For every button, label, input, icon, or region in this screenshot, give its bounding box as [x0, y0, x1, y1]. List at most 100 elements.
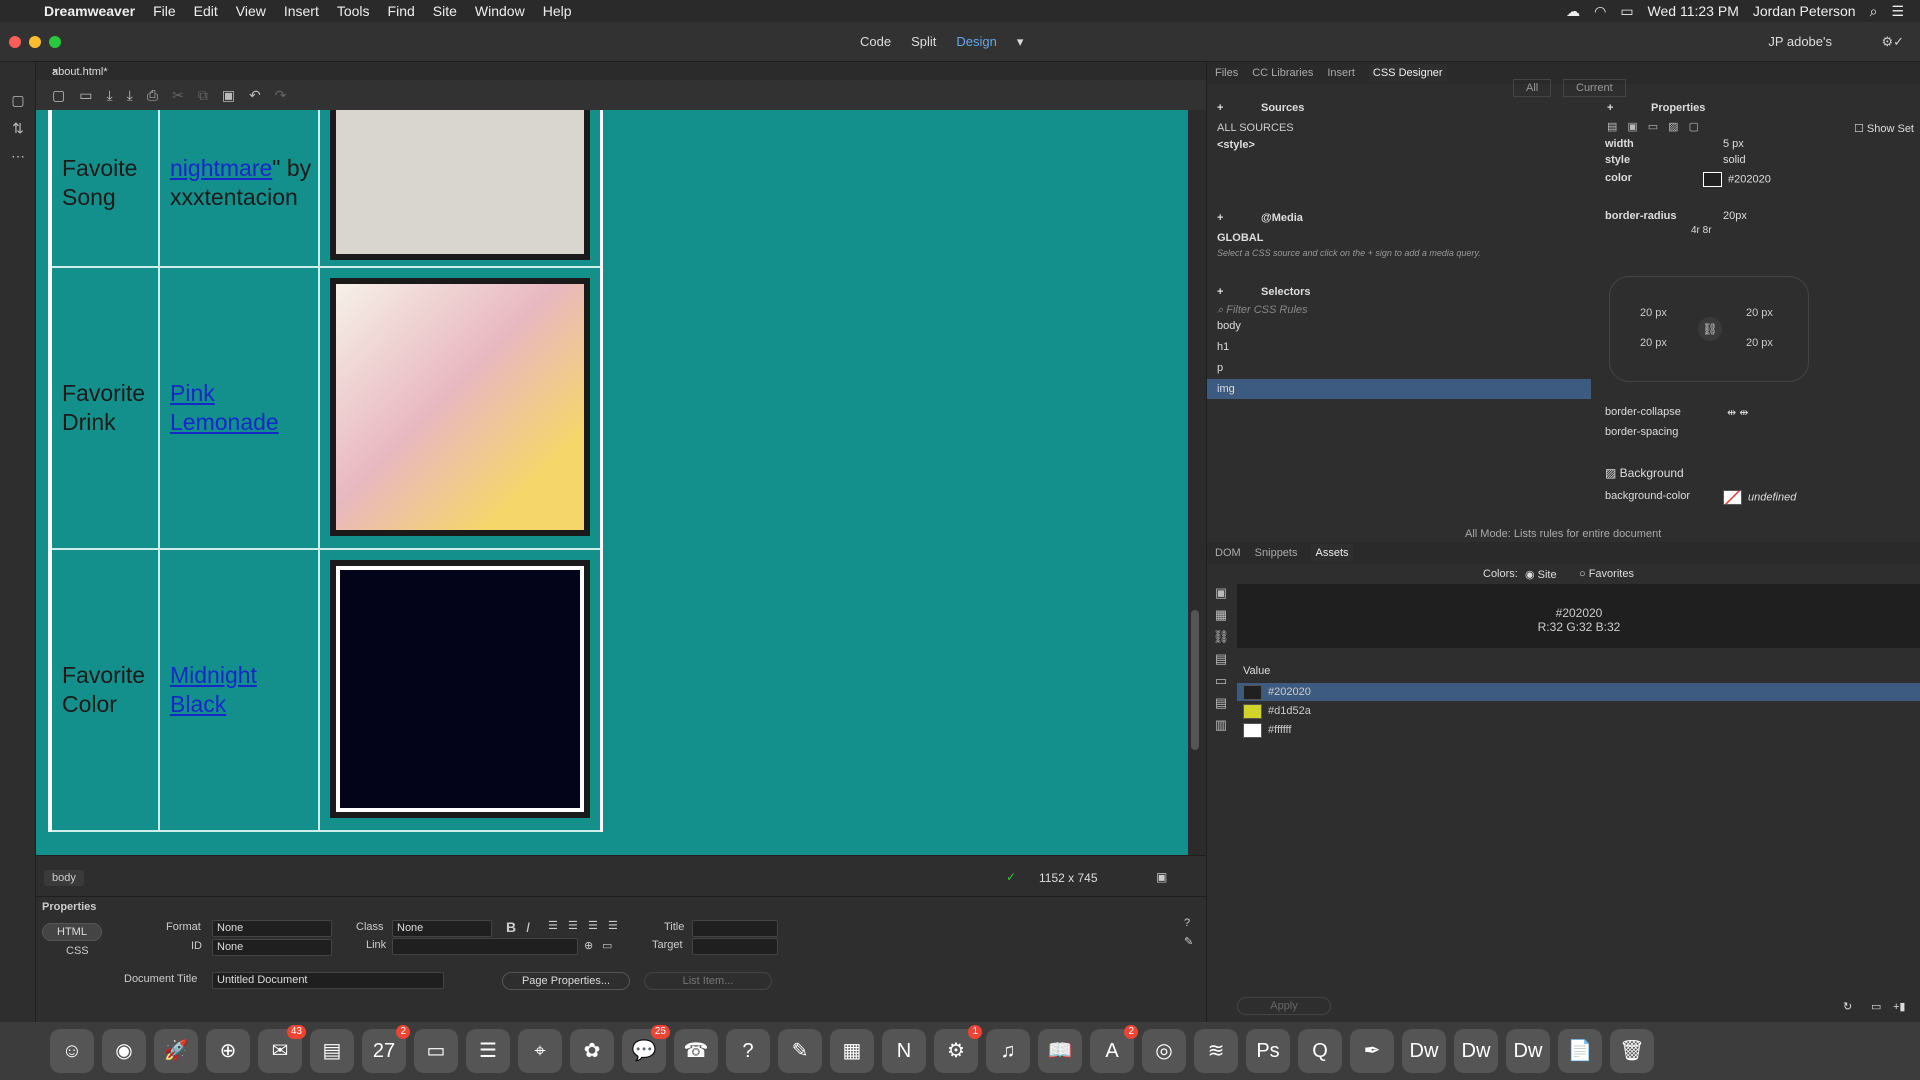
all-sources-item[interactable]: ALL SOURCES: [1217, 122, 1294, 134]
link-radius-icon[interactable]: ⛓: [1698, 317, 1722, 341]
paste-icon[interactable]: ▣: [222, 87, 235, 104]
save-icon[interactable]: ⤓: [106, 87, 112, 104]
open-folder-icon[interactable]: ▭: [79, 87, 92, 104]
safari-icon[interactable]: ⊕: [206, 1029, 250, 1073]
document-title-input[interactable]: Untitled Document: [212, 972, 444, 989]
view-code-button[interactable]: Code: [860, 34, 891, 50]
wifi-icon[interactable]: ◠: [1594, 3, 1606, 20]
tab-cc-libraries[interactable]: CC Libraries: [1252, 67, 1313, 79]
property-category-icons[interactable]: ▤▣▭▨▢: [1607, 120, 1709, 133]
keynote-icon[interactable]: ▦: [830, 1029, 874, 1073]
colors-icon[interactable]: ▦: [1211, 604, 1231, 626]
refresh-icon[interactable]: ↻: [1843, 1000, 1852, 1013]
document-icon[interactable]: 📄: [1558, 1029, 1602, 1073]
italic-button[interactable]: I: [526, 919, 530, 935]
add-media-icon[interactable]: +: [1217, 212, 1223, 224]
design-canvas[interactable]: Favoite Song nightmare" by xxxtentacion …: [36, 110, 1188, 855]
menu-help[interactable]: Help: [543, 3, 572, 19]
music-icon[interactable]: ♫: [986, 1029, 1030, 1073]
site-radio[interactable]: ◉ Site: [1525, 568, 1557, 581]
stickies-icon[interactable]: ▭: [414, 1029, 458, 1073]
canvas-scrollbar[interactable]: [1188, 110, 1206, 855]
images-icon[interactable]: ▣: [1211, 582, 1231, 604]
global-media-item[interactable]: GLOBAL: [1217, 232, 1263, 244]
script-editor-icon[interactable]: ✒: [1350, 1029, 1394, 1073]
links-icon[interactable]: ⛓: [1211, 626, 1231, 648]
unordered-list-icon[interactable]: ☰: [548, 919, 558, 932]
quick-tag-editor-icon[interactable]: ✎: [1184, 935, 1193, 948]
dreamweaver-3-icon[interactable]: Dw: [1506, 1029, 1550, 1073]
pages-icon[interactable]: ✎: [778, 1029, 822, 1073]
prop-color-value[interactable]: #202020: [1703, 172, 1771, 187]
books-icon[interactable]: 📖: [1038, 1029, 1082, 1073]
chevron-down-icon[interactable]: ▾: [1017, 34, 1024, 50]
tag-selector-body[interactable]: body: [44, 870, 84, 886]
maps-icon[interactable]: ⌖: [518, 1029, 562, 1073]
minimize-window-button[interactable]: [29, 36, 41, 48]
tab-dom[interactable]: DOM: [1215, 547, 1241, 559]
new-document-icon[interactable]: ▢: [52, 87, 65, 104]
radius-top-right[interactable]: 20 px: [1746, 307, 1773, 319]
workspace-switcher[interactable]: JP adobe's: [1768, 34, 1832, 49]
user-name[interactable]: Jordan Peterson: [1753, 3, 1856, 19]
templates-icon[interactable]: ▤: [1211, 692, 1231, 714]
file-transfer-icon[interactable]: ⇅: [0, 114, 36, 142]
favorites-radio[interactable]: ○ Favorites: [1579, 568, 1634, 580]
bold-button[interactable]: B: [506, 919, 516, 935]
more-tools-icon[interactable]: ⋯: [0, 142, 36, 170]
edit-asset-icon[interactable]: ▭: [1871, 1000, 1881, 1013]
quicktime-icon[interactable]: Q: [1298, 1029, 1342, 1073]
siri-icon[interactable]: ◉: [102, 1029, 146, 1073]
css-mode-button[interactable]: CSS: [66, 945, 89, 957]
menu-app-name[interactable]: Dreamweaver: [44, 3, 135, 19]
menu-view[interactable]: View: [236, 3, 266, 19]
media-icon[interactable]: ▤: [1211, 648, 1231, 670]
id-select[interactable]: None: [212, 939, 332, 956]
indent-icon[interactable]: ☰: [608, 919, 618, 932]
menu-file[interactable]: File: [153, 3, 176, 19]
undo-icon[interactable]: ↶: [249, 87, 261, 104]
copy-icon[interactable]: ⧉: [198, 87, 208, 104]
radius-mode-toggle[interactable]: 4r 8r: [1691, 225, 1712, 236]
menu-site[interactable]: Site: [433, 3, 457, 19]
asset-color-row[interactable]: #202020: [1237, 683, 1920, 701]
app-store-icon[interactable]: A2: [1090, 1025, 1138, 1073]
show-set-checkbox[interactable]: ☐ Show Set: [1854, 122, 1914, 135]
apply-button[interactable]: Apply: [1237, 997, 1331, 1015]
reminders-icon[interactable]: ☰: [466, 1029, 510, 1073]
drink-link[interactable]: Pink Lemonade: [170, 379, 318, 437]
border-radius-value[interactable]: 20px: [1723, 210, 1747, 222]
news-icon[interactable]: N: [882, 1029, 926, 1073]
dreamweaver-icon[interactable]: Dw: [1402, 1029, 1446, 1073]
tab-snippets[interactable]: Snippets: [1255, 547, 1298, 559]
launchpad-icon[interactable]: 🚀: [154, 1029, 198, 1073]
browse-folder-icon[interactable]: ▭: [602, 939, 612, 952]
clock[interactable]: Wed 11:23 PM: [1648, 3, 1739, 19]
menu-find[interactable]: Find: [388, 3, 415, 19]
tab-assets[interactable]: Assets: [1311, 544, 1353, 562]
mail-icon[interactable]: ✉ 43: [258, 1025, 306, 1073]
cut-icon[interactable]: ✂: [172, 87, 184, 104]
ordered-list-icon[interactable]: ☰: [568, 919, 578, 932]
no-errors-icon[interactable]: ✓: [1006, 870, 1016, 884]
close-window-button[interactable]: [9, 36, 21, 48]
calendar-icon[interactable]: 27 2: [362, 1025, 410, 1073]
scripts-icon[interactable]: ▭: [1211, 670, 1231, 692]
open-documents-icon[interactable]: ▢: [0, 86, 36, 114]
format-select[interactable]: None: [212, 920, 332, 937]
title-input[interactable]: [692, 920, 778, 937]
outdent-icon[interactable]: ☰: [588, 919, 598, 932]
help-icon[interactable]: ?: [726, 1029, 770, 1073]
finder-icon[interactable]: ☺: [50, 1029, 94, 1073]
mode-all-button[interactable]: All: [1513, 79, 1552, 97]
value-column-header[interactable]: Value: [1243, 665, 1270, 677]
tab-insert[interactable]: Insert: [1327, 67, 1355, 79]
selector-body[interactable]: body: [1207, 316, 1591, 336]
window-size-dropdown[interactable]: 1152 x 745: [1039, 871, 1098, 885]
zoom-window-button[interactable]: [49, 36, 61, 48]
messages-icon[interactable]: 💬 25: [622, 1025, 670, 1073]
menu-insert[interactable]: Insert: [284, 3, 319, 19]
creative-cloud-icon[interactable]: ☁: [1566, 3, 1580, 20]
airplay-icon[interactable]: ▭: [1620, 3, 1633, 20]
prop-width-value[interactable]: 5 px: [1723, 138, 1744, 150]
